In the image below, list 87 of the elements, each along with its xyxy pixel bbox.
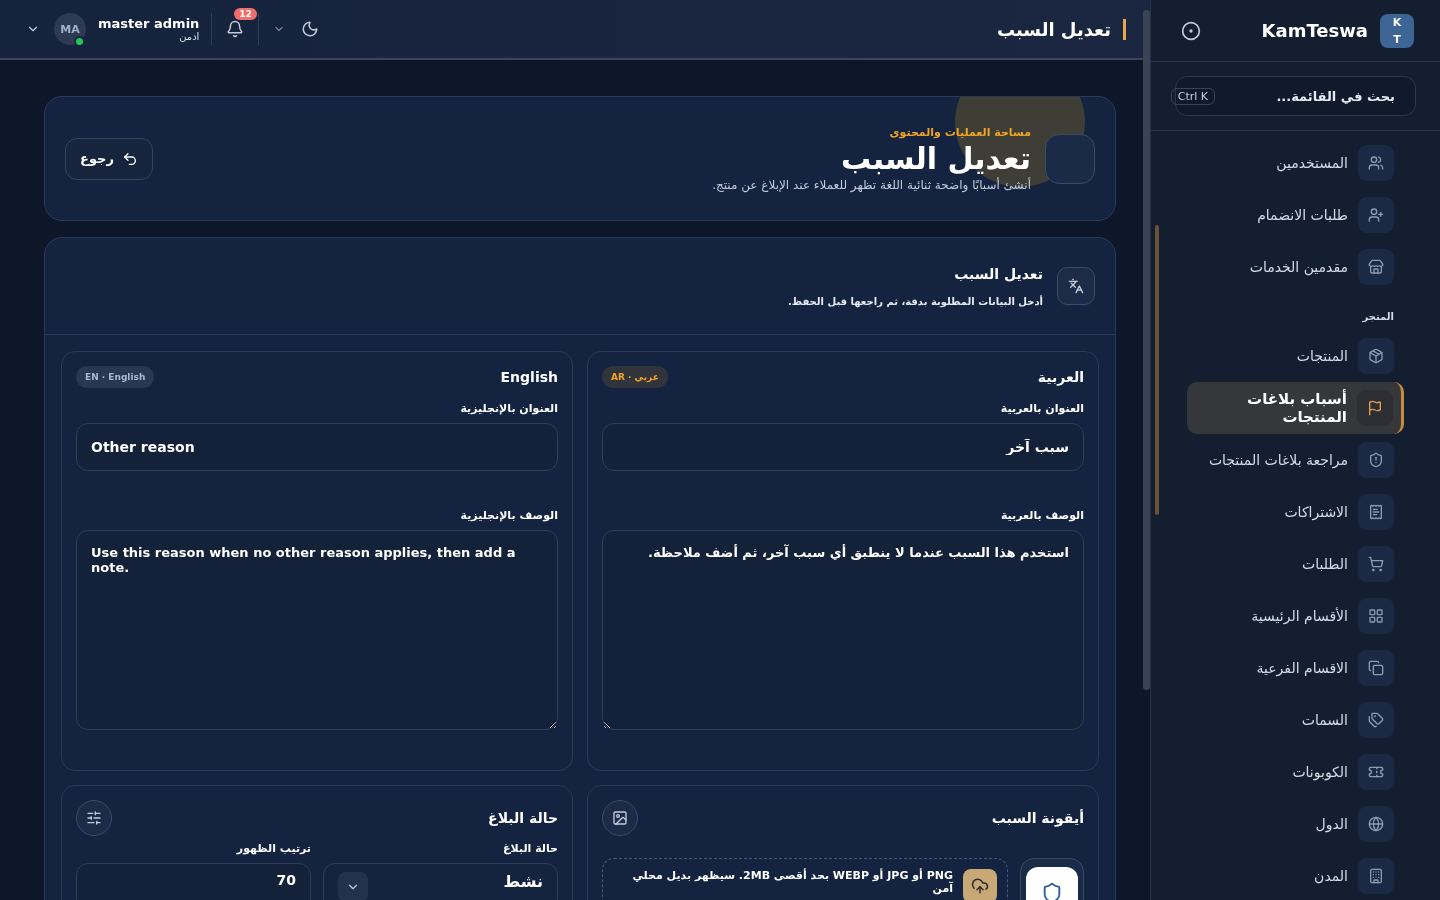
panel-title: أيقونة السبب (991, 810, 1084, 826)
nav-icon (1358, 338, 1394, 374)
upload-hint: PNG أو JPG أو WEBP بحد أقصى 2MB. سيظهر بديل محلي آمن (631, 869, 953, 895)
status-select[interactable]: نشط (323, 863, 558, 900)
form-subtitle: أدخل البيانات المطلوبة بدقة، ثم راجعها قبل الحفظ. (787, 295, 1043, 307)
upload-dropzone[interactable]: PNG أو JPG أو WEBP بحد أقصى 2MB. سيظهر بديل محلي آمن (602, 858, 1008, 900)
nav-icon (1358, 754, 1394, 790)
nav-label: الكوبونات (1292, 764, 1348, 780)
field-label: الوصف بالعربية (999, 509, 1084, 522)
nav-label: مراجعة بلاغات المنتجات (1208, 452, 1348, 468)
sidebar-item[interactable]: أسباب بلاغات المنتجات (1187, 382, 1404, 434)
nav-icon (1358, 494, 1394, 530)
sidebar-item[interactable]: الاقسام الفرعية (1187, 642, 1394, 694)
nav-icon (1358, 598, 1394, 634)
sidebar-item[interactable]: الأقسام الرئيسية (1187, 590, 1394, 642)
brand-name: KamTeswa (1260, 20, 1368, 41)
hero-subtitle: أنشئ أسبابًا واضحة ثنائية اللغة تظهر للعملاء عند الإبلاغ عن منتج. (711, 177, 1031, 192)
scrollbar[interactable] (1143, 10, 1150, 690)
title-field[interactable]: سبب آخر (602, 423, 1084, 471)
nav-label: المستخدمين (1276, 155, 1348, 171)
field-label: الوصف بالإنجليزية (459, 509, 558, 522)
order-field[interactable]: 70 (76, 863, 311, 900)
sidebar-item[interactable]: المستخدمين (1187, 137, 1394, 189)
language-tag: AR · عربي (602, 366, 668, 388)
scrollbar[interactable] (1155, 225, 1159, 515)
nav-label: طلبات الانضمام (1257, 207, 1348, 223)
panel-title: English (500, 369, 558, 385)
sidebar-item[interactable]: المدن (1187, 850, 1394, 900)
hero-icon (1045, 133, 1095, 184)
back-button[interactable]: رجوع (65, 137, 153, 180)
nav-icon (1358, 197, 1394, 233)
notification-count: 12 (234, 8, 257, 20)
panel-title: العربية (1037, 369, 1084, 385)
sidebar-item[interactable]: الطلبات (1187, 538, 1394, 590)
hero-title: تعديل السبب (839, 140, 1031, 176)
image-icon (602, 800, 638, 836)
nav-label: الدول (1315, 816, 1348, 832)
nav-label: المدن (1314, 868, 1348, 884)
user-avatar[interactable]: MA (54, 13, 86, 45)
nav-label: أسباب بلاغات المنتجات (1246, 390, 1347, 426)
nav-icon (1358, 442, 1394, 478)
user-role: ادمن (178, 31, 200, 42)
sidebar-item[interactable]: مراجعة بلاغات المنتجات (1187, 434, 1394, 486)
sidebar-item[interactable]: المنتجات (1187, 330, 1394, 382)
brand-logo: K T (1380, 13, 1414, 48)
hero-eyebrow: مساحة العمليات والمحتوى (888, 125, 1031, 139)
search-input[interactable]: بحث في القائمة... (1223, 87, 1397, 105)
nav-label: الاشتراكات (1284, 504, 1348, 520)
description-field[interactable]: استخدم هذا السبب عندما لا ينطبق أي سبب آخر، ثم أضف ملاحظة. (602, 530, 1084, 730)
panel-title: حالة البلاغ (488, 810, 558, 826)
sidebar-item[interactable]: الكوبونات (1187, 746, 1394, 798)
upload-icon (963, 869, 997, 900)
nav-icon (1358, 702, 1394, 738)
page-title: تعديل السبب (333, 18, 1126, 40)
user-name: master admin (98, 16, 200, 31)
sidebar-item[interactable]: السمات (1187, 694, 1394, 746)
form-title: تعديل السبب (953, 265, 1043, 282)
translate-icon (1057, 267, 1095, 305)
field-label: العنوان بالعربية (999, 402, 1084, 415)
sliders-icon[interactable] (76, 800, 112, 836)
field-label: حالة البلاغ (502, 842, 558, 855)
shield-icon (1041, 882, 1063, 900)
shortcut-hint: Ctrl K (1170, 87, 1215, 105)
nav-icon (1358, 650, 1394, 686)
nav-label: الطلبات (1302, 556, 1348, 572)
nav-icon (1358, 858, 1394, 894)
title-field[interactable]: Other reason (76, 423, 558, 471)
nav-label: الأقسام الرئيسية (1251, 608, 1348, 624)
nav-icon (1358, 546, 1394, 582)
description-field[interactable]: Use this reason when no other reason applies, then add a note. (76, 530, 558, 730)
nav-label: مقدمين الخدمات (1249, 259, 1348, 275)
undo-icon (121, 150, 138, 167)
sidebar-item[interactable]: الاشتراكات (1187, 486, 1394, 538)
nav-label: المنتجات (1296, 348, 1348, 364)
nav-icon (1358, 806, 1394, 842)
language-tag: EN · English (76, 366, 155, 388)
sidebar-item[interactable]: مقدمين الخدمات (1187, 241, 1394, 293)
nav-label: السمات (1301, 712, 1348, 728)
nav-label: الاقسام الفرعية (1256, 660, 1348, 676)
field-label: ترتيب الظهور (235, 842, 311, 855)
nav-icon (1357, 390, 1393, 426)
nav-icon (1358, 249, 1394, 285)
sidebar-item[interactable]: طلبات الانضمام (1187, 189, 1394, 241)
nav-section-title: المتجر (1361, 310, 1394, 325)
sidebar-item[interactable]: الدول (1187, 798, 1394, 850)
field-label: العنوان بالإنجليزية (459, 402, 558, 415)
nav-icon (1358, 145, 1394, 181)
